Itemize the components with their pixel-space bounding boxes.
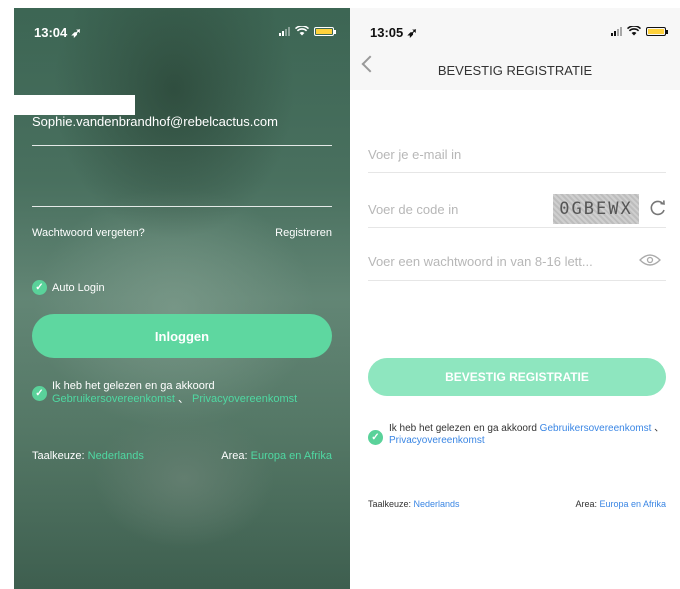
battery-icon — [314, 26, 336, 36]
forgot-password-link[interactable]: Wachtwoord vergeten? — [32, 227, 145, 239]
wifi-icon — [295, 26, 309, 36]
confirm-registration-button[interactable]: BEVESTIG REGISTRATIE — [368, 358, 666, 396]
privacy-agreement-link[interactable]: Privacyovereenkomst — [192, 393, 297, 405]
email-underline — [368, 172, 666, 173]
password-input[interactable]: Voer een wachtwoord in van 8-16 lett... — [368, 254, 593, 269]
login-screen: 13:04 ➶ Sophie.vandenbrandhof@rebelcactu… — [14, 8, 350, 589]
status-bar: 13:04 ➶ — [34, 25, 336, 41]
user-agreement-link[interactable]: Gebruikersovereenkomst — [52, 393, 175, 405]
refresh-icon[interactable] — [648, 198, 668, 218]
status-time: 13:04 — [34, 25, 68, 40]
check-circle-icon: ✓ — [368, 430, 383, 445]
page-title: BEVESTIG REGISTRATIE — [437, 63, 593, 78]
auto-login-label: Auto Login — [52, 281, 105, 294]
captcha-image: 0GBEWX — [553, 194, 639, 224]
register-link[interactable]: Registreren — [275, 227, 332, 239]
area-selector[interactable]: Area: Europa en Afrika — [221, 450, 332, 462]
code-input[interactable]: Voer de code in — [368, 202, 458, 217]
email-input[interactable]: Voer je e-mail in — [368, 147, 461, 162]
check-circle-icon: ✓ — [32, 280, 47, 295]
agreement-text: Ik heb het gelezen en ga akkoord — [389, 423, 540, 434]
email-underline — [32, 145, 332, 146]
code-underline — [368, 227, 666, 228]
agreement-text: Ik heb het gelezen en ga akkoord — [52, 380, 215, 392]
agreement-checkbox[interactable]: ✓ Ik heb het gelezen en ga akkoord Gebru… — [368, 423, 668, 447]
language-label: Taalkeuze: — [368, 499, 414, 509]
signal-icon — [611, 26, 622, 36]
language-value[interactable]: Nederlands — [88, 450, 144, 462]
redaction-box — [14, 95, 135, 115]
area-label: Area: — [575, 499, 600, 509]
language-label: Taalkeuze: — [32, 450, 88, 462]
eye-icon[interactable] — [639, 253, 661, 267]
agreement-separator: 、 — [654, 423, 665, 434]
area-selector[interactable]: Area: Europa en Afrika — [575, 499, 666, 509]
status-bar: 13:05 ➶ — [370, 25, 668, 41]
user-agreement-link[interactable]: Gebruikersovereenkomst — [540, 423, 652, 434]
check-circle-icon: ✓ — [32, 386, 47, 401]
agreement-checkbox[interactable]: ✓ Ik heb het gelezen en ga akkoord Gebru… — [32, 380, 334, 406]
register-screen: 13:05 ➶ BEVESTIG REGISTRATIE Voer je e-m… — [350, 8, 680, 589]
wifi-icon — [627, 26, 641, 36]
area-value[interactable]: Europa en Afrika — [251, 450, 332, 462]
location-arrow-icon: ➶ — [406, 25, 418, 40]
area-value[interactable]: Europa en Afrika — [599, 499, 666, 509]
location-arrow-icon: ➶ — [70, 25, 82, 40]
language-selector[interactable]: Taalkeuze: Nederlands — [32, 450, 144, 462]
language-value[interactable]: Nederlands — [414, 499, 460, 509]
signal-icon — [279, 26, 290, 36]
auto-login-toggle[interactable]: ✓ Auto Login — [32, 280, 105, 295]
login-button[interactable]: Inloggen — [32, 314, 332, 358]
privacy-agreement-link[interactable]: Privacyovereenkomst — [389, 435, 485, 446]
password-underline — [368, 280, 666, 281]
language-selector[interactable]: Taalkeuze: Nederlands — [368, 499, 460, 509]
area-label: Area: — [221, 450, 251, 462]
battery-icon — [646, 26, 668, 36]
password-field[interactable] — [32, 206, 332, 207]
status-time: 13:05 — [370, 25, 404, 40]
agreement-separator: 、 — [177, 393, 189, 405]
email-field[interactable]: Sophie.vandenbrandhof@rebelcactus.com — [32, 114, 278, 129]
